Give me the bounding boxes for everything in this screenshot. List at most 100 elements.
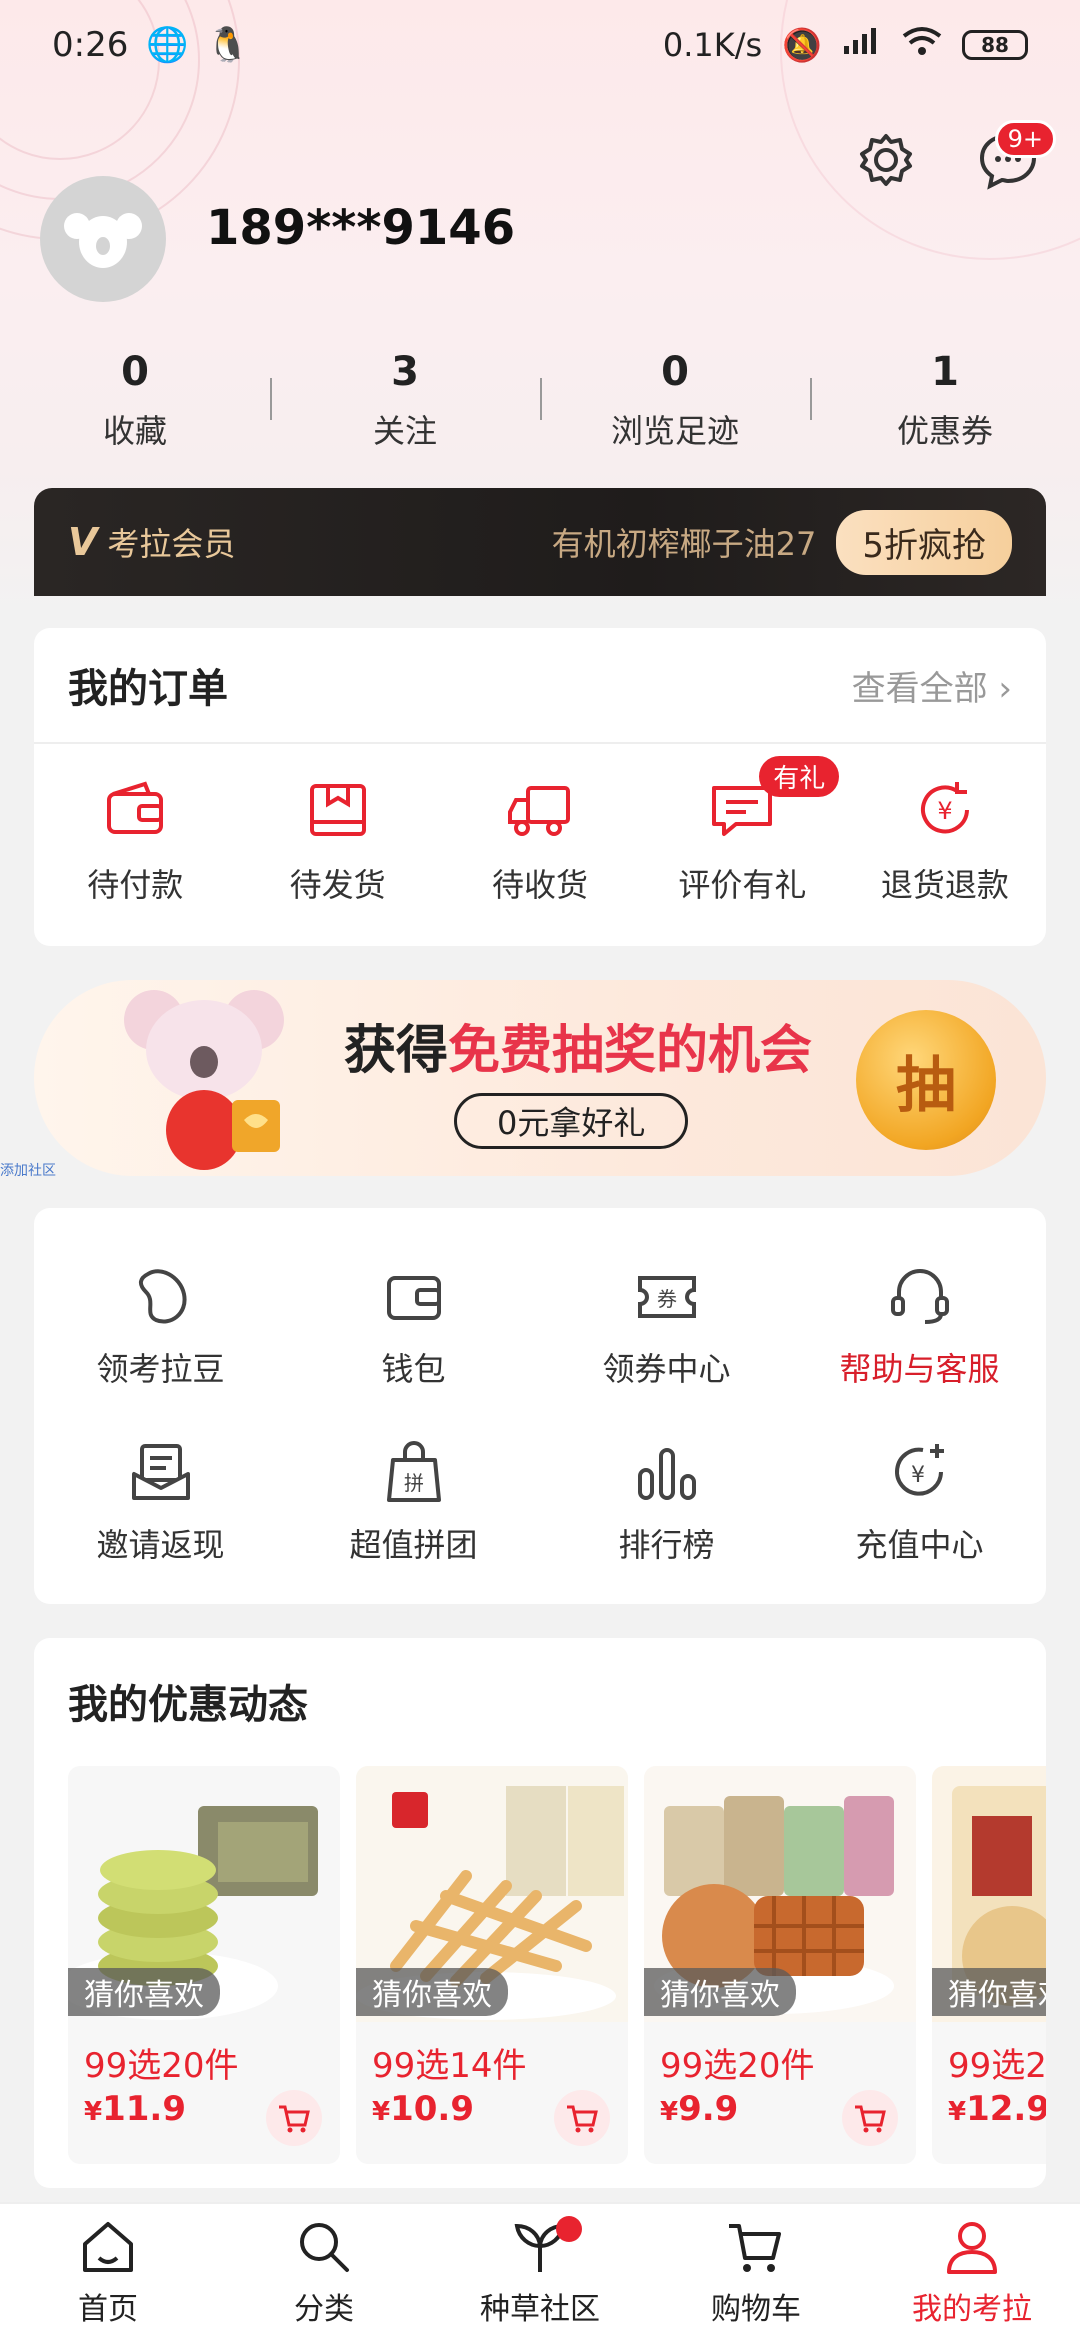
stat-favorites[interactable]: 0 收藏 [0, 346, 270, 452]
draw-coin-button[interactable]: 抽 [856, 1010, 996, 1150]
search-icon [300, 2223, 349, 2272]
svg-text:¥: ¥ [911, 1463, 925, 1488]
product-image: 猜你喜欢 [932, 1766, 1046, 2022]
order-pending-payment[interactable]: 待付款 [34, 774, 236, 906]
vip-membership-banner[interactable]: V 考拉会员 有机初榨椰子油27 5折疯抢 [34, 488, 1046, 596]
product-promo: 99选20件 [84, 2046, 239, 2086]
tab-my-kaola[interactable]: 我的考拉 [864, 2204, 1080, 2340]
order-refund[interactable]: ¥ 退货退款 [844, 774, 1046, 906]
product-card[interactable]: 猜你喜欢 99选14件 ¥10.9 [356, 1766, 628, 2164]
cart-icon [279, 2105, 310, 2133]
product-carousel[interactable]: 猜你喜欢 99选20件 ¥11.9 猜你喜欢 99选14件 ¥10.9 猜你喜欢… [34, 1730, 1046, 2164]
box-icon [309, 784, 366, 836]
coupon-icon: 券 [637, 1276, 696, 1318]
status-time: 0:26 [52, 25, 129, 65]
tab-category[interactable]: 分类 [216, 2204, 432, 2340]
lottery-banner[interactable]: 获得免费抽奖的机会 0元拿好礼 抽 [34, 980, 1046, 1176]
avatar[interactable] [40, 176, 166, 302]
product-price: ¥12.9 [948, 2089, 1046, 2129]
globe-icon: 🌐 [146, 25, 189, 65]
order-pending-shipment[interactable]: 待发货 [236, 774, 438, 906]
product-promo: 99选20件 [948, 2046, 1046, 2086]
deals-title: 我的优惠动态 [68, 1682, 308, 1728]
stat-coupons[interactable]: 1 优惠券 [810, 346, 1080, 452]
truck-icon [508, 786, 571, 836]
product-image: 猜你喜欢 [644, 1766, 916, 2022]
tab-cart[interactable]: 购物车 [648, 2204, 864, 2340]
cart-icon [855, 2105, 886, 2133]
service-recharge[interactable]: ¥ 充值中心 [793, 1438, 1046, 1566]
community-notification-dot [556, 2216, 582, 2242]
product-card[interactable]: 猜你喜欢 99选20件 ¥11.9 [68, 1766, 340, 2164]
service-invite-cashback[interactable]: 邀请返现 [34, 1438, 287, 1566]
username[interactable]: 189***9146 [206, 200, 515, 256]
view-all-orders-link[interactable]: 查看全部 › [852, 661, 1012, 710]
vip-name: 考拉会员 [107, 525, 236, 563]
net-speed: 0.1K/s [662, 26, 763, 64]
add-to-cart-button[interactable] [266, 2090, 322, 2146]
wallet-icon [107, 781, 164, 834]
cart-icon [729, 2224, 781, 2272]
ranking-icon [637, 1448, 696, 1500]
chevron-right-icon: › [998, 668, 1012, 709]
product-tag: 猜你喜欢 [644, 1968, 796, 2016]
orders-title: 我的订单 [68, 666, 228, 712]
lottery-sub-button[interactable]: 0元拿好礼 [454, 1092, 689, 1149]
mute-icon: 🔕 [782, 26, 822, 64]
svg-text:¥: ¥ [937, 797, 952, 825]
service-coupon-center[interactable]: 券 领券中心 [540, 1262, 793, 1390]
refund-icon: ¥ [920, 782, 969, 834]
headset-icon [890, 1269, 949, 1324]
bean-icon [138, 1269, 187, 1324]
product-promo: 99选14件 [372, 2046, 527, 2086]
review-gift-badge: 有礼 [759, 756, 840, 797]
tab-home[interactable]: 首页 [0, 2204, 216, 2340]
status-bar: 0:26 🌐 🐧 0.1K/s 🔕 88 [0, 0, 1080, 90]
stat-following[interactable]: 3 关注 [270, 346, 540, 452]
lottery-headline: 获得免费抽奖的机会 [344, 1020, 813, 1081]
user-icon [947, 2222, 997, 2274]
product-image: 猜你喜欢 [68, 1766, 340, 2022]
product-tag: 猜你喜欢 [356, 1968, 508, 2016]
side-community-link[interactable]: 添加社区 [0, 1160, 56, 1180]
svg-text:券: 券 [657, 1287, 677, 1311]
product-tag: 猜你喜欢 [68, 1968, 220, 2016]
service-wallet[interactable]: 钱包 [287, 1262, 540, 1390]
svg-text:拼: 拼 [404, 1471, 424, 1495]
add-to-cart-button[interactable] [842, 2090, 898, 2146]
order-pending-receipt[interactable]: 待收货 [439, 774, 641, 906]
stat-history[interactable]: 0 浏览足迹 [540, 346, 810, 452]
settings-gear-icon[interactable] [856, 130, 916, 194]
service-kaola-beans[interactable]: 领考拉豆 [34, 1262, 287, 1390]
wifi-icon [902, 26, 942, 64]
message-chat-icon[interactable]: 9+ [976, 120, 1056, 194]
group-buy-icon: 拼 [386, 1441, 441, 1502]
product-tag: 猜你喜欢 [932, 1968, 1046, 2016]
vip-sale-button[interactable]: 5折疯抢 [836, 509, 1012, 575]
vip-promo-text: 有机初榨椰子油27 [551, 525, 817, 563]
tab-community[interactable]: 种草社区 [432, 2204, 648, 2340]
qq-icon: 🐧 [206, 25, 250, 65]
koala-avatar-icon [64, 213, 142, 268]
service-help-support[interactable]: 帮助与客服 [793, 1262, 1046, 1390]
bottom-tab-bar: 首页 分类 种草社区 购物车 我的考拉 [0, 2202, 1080, 2340]
invite-icon [131, 1444, 190, 1500]
product-image: 猜你喜欢 [356, 1766, 628, 2022]
deals-card: 我的优惠动态 猜你喜欢 99选20件 ¥11.9 猜你喜欢 99选14件 ¥10… [34, 1638, 1046, 2188]
add-to-cart-button[interactable] [554, 2090, 610, 2146]
product-card[interactable]: 猜你喜欢 99选20件 ¥12.9 [932, 1766, 1046, 2164]
koala-mascot-icon [114, 980, 304, 1176]
signal-icon [842, 26, 882, 64]
stats-row: 0 收藏 3 关注 0 浏览足迹 1 优惠券 [0, 346, 1080, 452]
wallet-icon [386, 1276, 441, 1320]
battery-indicator: 88 [962, 30, 1028, 60]
vip-logo: V [68, 520, 98, 564]
order-review[interactable]: 有礼 评价有礼 [641, 756, 843, 906]
cart-icon [567, 2105, 598, 2133]
service-ranking[interactable]: 排行榜 [540, 1438, 793, 1566]
product-card[interactable]: 猜你喜欢 99选20件 ¥9.9 [644, 1766, 916, 2164]
service-group-buy[interactable]: 拼 超值拼团 [287, 1438, 540, 1566]
recharge-icon: ¥ [894, 1444, 944, 1496]
services-card: 领考拉豆 钱包 券 领券中心 帮助与客服 邀请返现 拼 超值拼团 排行榜 ¥ 充… [34, 1208, 1046, 1604]
home-icon [83, 2222, 133, 2272]
